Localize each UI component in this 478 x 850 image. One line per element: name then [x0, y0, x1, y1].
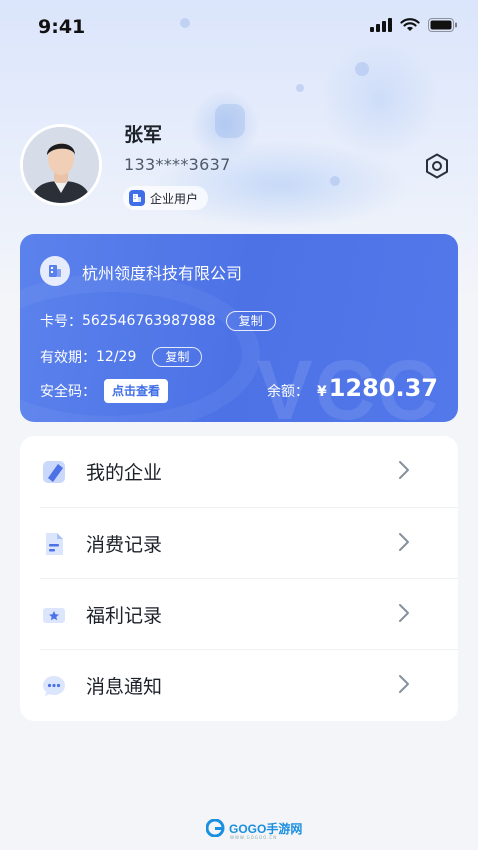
avatar[interactable] [20, 124, 102, 206]
menu-item-notifications[interactable]: 消息通知 [40, 650, 438, 721]
virtual-card: VCC 杭州领度科技有限公司 卡号： 562546763987988 复制 有效… [20, 234, 458, 422]
balance-currency: ¥ [316, 384, 327, 400]
settings-button[interactable] [421, 150, 453, 182]
battery-icon [428, 18, 457, 32]
copy-expiry-button[interactable]: 复制 [152, 347, 203, 367]
badge-label: 企业用户 [150, 191, 199, 206]
signal-icon [370, 18, 392, 32]
security-code-label: 安全码： [40, 384, 96, 400]
user-phone: 133****3637 [124, 155, 231, 174]
document-icon [40, 530, 68, 558]
user-name: 张军 [124, 124, 163, 146]
chevron-right-icon [399, 675, 409, 693]
copy-card-number-button[interactable]: 复制 [225, 311, 276, 331]
card-expiry-label: 有效期： [40, 350, 96, 366]
card-company-name: 杭州领度科技有限公司 [82, 264, 243, 283]
avatar-photo-icon [23, 127, 99, 203]
chevron-right-icon [399, 533, 409, 551]
menu-item-label: 我的企业 [86, 462, 163, 484]
watermark-domain: WWW.GOGOO.CN [230, 835, 278, 840]
menu-item-label: 消费记录 [86, 534, 163, 556]
menu-item-welfare-records[interactable]: 福利记录 [40, 579, 438, 650]
menu-item-label: 福利记录 [86, 605, 163, 627]
enterprise-icon [40, 458, 68, 486]
card-number-label: 卡号： [40, 314, 82, 330]
card-security-row: 安全码： 点击查看 [40, 379, 169, 403]
settings-icon [426, 153, 448, 179]
card-number-row: 卡号： 562546763987988 复制 [40, 311, 276, 331]
menu-list: 我的企业 消费记录 福利记录 消息通知 [20, 436, 458, 721]
view-security-code-button[interactable]: 点击查看 [104, 379, 169, 403]
card-expiry: 12/29 [96, 349, 137, 365]
building-icon [129, 190, 145, 206]
chevron-right-icon [399, 461, 409, 479]
gogo-logo-icon [206, 819, 225, 837]
menu-item-label: 消息通知 [86, 676, 163, 698]
chevron-right-icon [399, 604, 409, 622]
enterprise-user-badge: 企业用户 [123, 186, 209, 210]
status-bar: 9:41 [0, 0, 478, 56]
card-balance: 余额： ¥ 1280.37 [267, 374, 438, 402]
watermark-logo: GOGO手游网 WWW.GOGOO.CN [206, 819, 303, 840]
menu-item-my-enterprise[interactable]: 我的企业 [40, 436, 438, 507]
card-number: 562546763987988 [82, 313, 216, 329]
balance-value: 1280.37 [328, 374, 438, 402]
status-icons [370, 18, 458, 32]
menu-item-consumption-records[interactable]: 消费记录 [40, 508, 438, 579]
watermark-brand: GOGO手游网 [229, 821, 303, 836]
card-expiry-row: 有效期： 12/29 复制 [40, 347, 203, 367]
status-time: 9:41 [38, 16, 86, 38]
company-icon [40, 256, 70, 286]
ticket-icon [40, 601, 68, 629]
wifi-icon [400, 18, 420, 31]
message-icon [40, 672, 68, 700]
balance-label: 余额： [266, 384, 309, 400]
